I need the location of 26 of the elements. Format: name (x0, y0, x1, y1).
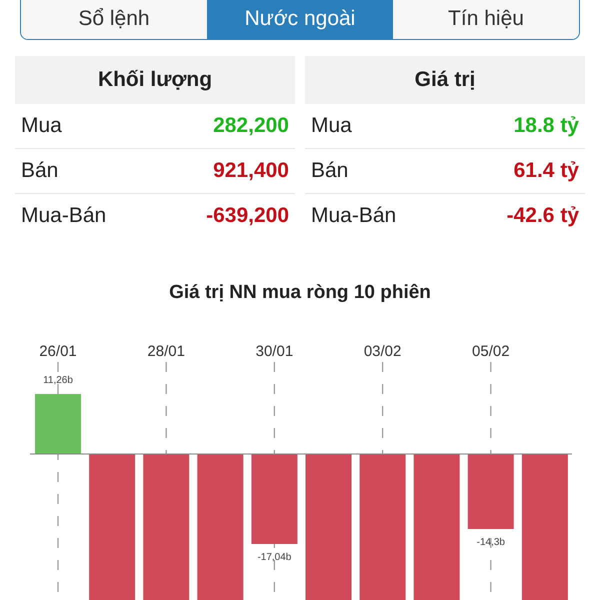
row-label: Mua-Bán (21, 203, 106, 230)
chart-title: Giá trị NN mua ròng 10 phiên (168, 280, 432, 304)
row-label: Mua (21, 112, 62, 139)
row-label: Bán (311, 158, 348, 184)
row-value: 921,400 (213, 158, 289, 184)
value-label: 11,26b (43, 375, 73, 386)
date-label: 05/02 (472, 343, 510, 360)
value-label: -14,3b (476, 537, 505, 548)
value-label: -17,04b (257, 552, 292, 563)
row-value: 61.4 tỷ (514, 158, 579, 184)
row-value: -42.6 tỷ (506, 203, 579, 230)
row-label: Mua-Bán (311, 203, 396, 230)
tab[interactable]: Nước ngoài (207, 0, 393, 39)
panel-header: Giá trị (305, 56, 585, 104)
date-label: 28/01 (147, 343, 185, 360)
tab[interactable]: Tín hiệu (393, 0, 579, 39)
row-value: -639,200 (206, 203, 289, 230)
row-value: 282,200 (213, 112, 289, 139)
row-label: Mua (311, 112, 352, 139)
date-label: 30/01 (256, 343, 294, 360)
date-label: 26/01 (39, 343, 77, 360)
row-value: 18.8 tỷ (514, 112, 579, 139)
panel-header: Khối lượng (15, 56, 295, 104)
row-label: Bán (21, 158, 58, 184)
date-label: 03/02 (364, 343, 402, 360)
tab[interactable]: Sổ lệnh (21, 0, 207, 39)
